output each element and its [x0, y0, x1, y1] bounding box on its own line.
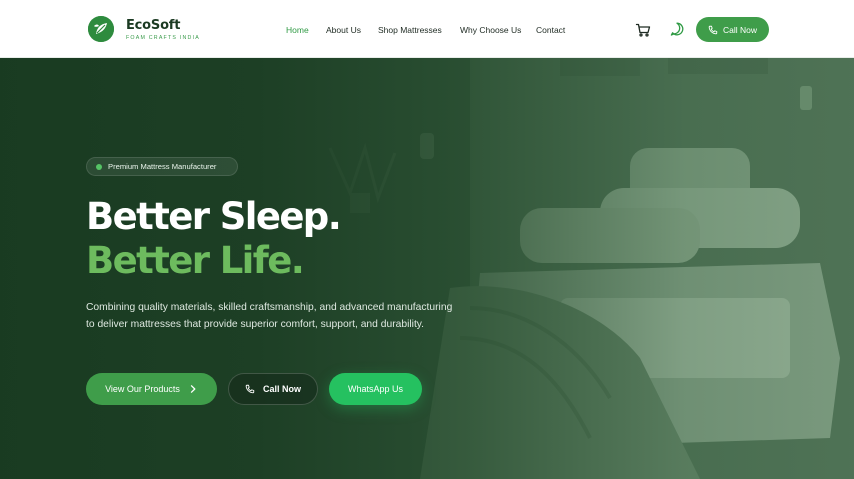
- whatsapp-us-label: WhatsApp Us: [347, 384, 404, 394]
- nav-item-about[interactable]: About Us: [326, 23, 361, 37]
- chevron-right-icon: [188, 384, 198, 394]
- hero-badge: Premium Mattress Manufacturer: [86, 157, 238, 176]
- whatsapp-us-button[interactable]: WhatsApp Us: [329, 373, 422, 405]
- status-dot-icon: [96, 164, 102, 170]
- nav-item-why-choose-us[interactable]: Why Choose Us: [460, 23, 521, 37]
- hero-headline-line2: Better Life.: [86, 239, 305, 282]
- hero-description: Combining quality materials, skilled cra…: [86, 302, 453, 330]
- hero-call-now-label: Call Now: [262, 384, 301, 394]
- hero-call-now-button[interactable]: Call Now: [228, 373, 318, 405]
- shopping-cart-icon[interactable]: [635, 22, 651, 38]
- nav-item-home[interactable]: Home: [286, 23, 309, 37]
- leaf-logo-icon: [88, 16, 114, 42]
- nav-item-shop-mattresses[interactable]: Shop Mattresses: [378, 23, 442, 37]
- brand-tagline: FOAM CRAFTS INDIA: [126, 35, 200, 41]
- hero-headline-line1: Better Sleep.: [86, 195, 342, 238]
- phone-icon: [245, 384, 255, 394]
- nav-item-contact[interactable]: Contact: [536, 23, 565, 37]
- phone-icon: [708, 25, 718, 35]
- brand-name: EcoSoft: [126, 18, 181, 33]
- view-products-button[interactable]: View Our Products: [86, 373, 217, 405]
- hero-section: Premium Mattress Manufacturer Better Sle…: [0, 58, 854, 479]
- header-call-now-button[interactable]: Call Now: [696, 17, 769, 42]
- header-call-now-label: Call Now: [722, 24, 757, 35]
- brand-logo[interactable]: EcoSoft FOAM CRAFTS INDIA: [88, 16, 228, 43]
- view-products-label: View Our Products: [105, 384, 180, 394]
- whatsapp-icon[interactable]: [669, 21, 685, 37]
- site-header: EcoSoft FOAM CRAFTS INDIA Home About Us …: [0, 0, 854, 58]
- hero-badge-label: Premium Mattress Manufacturer: [108, 162, 217, 171]
